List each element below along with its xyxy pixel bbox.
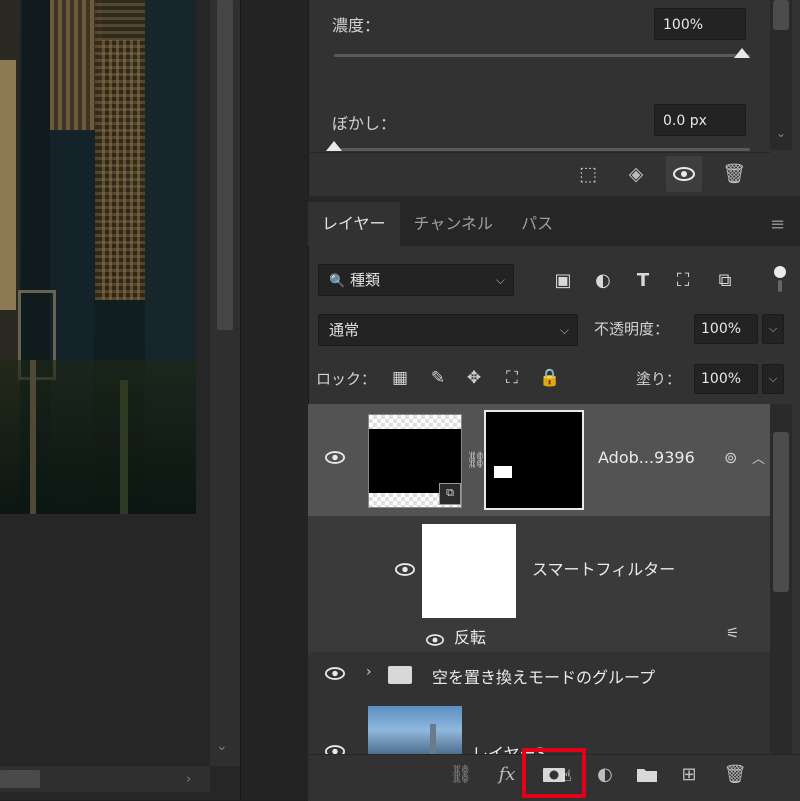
- feather-label: ぼかし：: [332, 114, 397, 133]
- layer-thumbnail[interactable]: [368, 706, 462, 754]
- layer-filter-select[interactable]: 🔍 種類 ⌵: [318, 264, 514, 296]
- highlight-box: [522, 748, 586, 798]
- scroll-down-icon[interactable]: ⌄: [216, 738, 228, 754]
- visibility-eye-icon[interactable]: [420, 630, 450, 651]
- blend-mode-value: 通常: [329, 321, 360, 339]
- lock-position-icon[interactable]: ✥: [460, 364, 488, 392]
- opacity-dropdown-icon[interactable]: ⌵: [762, 314, 784, 344]
- new-layer-icon[interactable]: ⊞: [672, 758, 706, 792]
- filter-type-icon[interactable]: T: [628, 266, 658, 296]
- filter-kind-value: 種類: [349, 271, 380, 289]
- fx-icon[interactable]: fx: [490, 758, 524, 792]
- search-icon: 🔍: [329, 274, 346, 289]
- document-canvas[interactable]: [0, 0, 240, 800]
- fill-field[interactable]: 100%: [694, 364, 758, 394]
- filter-toggle-switch[interactable]: [774, 266, 786, 292]
- load-selection-icon[interactable]: ⬚: [570, 156, 606, 192]
- toggle-mask-visibility-icon[interactable]: [666, 156, 702, 192]
- trash-icon[interactable]: 🗑: [718, 758, 752, 792]
- density-slider-handle[interactable]: [734, 48, 750, 58]
- density-label: 濃度：: [332, 16, 381, 35]
- filter-mask-thumbnail[interactable]: [422, 524, 516, 618]
- layer-mask-thumbnail[interactable]: [484, 410, 584, 510]
- smart-filter-indicator-icon: ⊚: [724, 448, 738, 467]
- density-field[interactable]: 100%: [654, 8, 746, 40]
- filter-adjustment-icon[interactable]: ◐: [588, 266, 618, 296]
- properties-scroll-thumb[interactable]: [773, 0, 789, 30]
- feather-field[interactable]: 0.0 px: [654, 104, 746, 136]
- scroll-down-icon[interactable]: ⌄: [776, 126, 786, 140]
- filter-blending-options-icon[interactable]: ⚟: [726, 624, 739, 642]
- panel-dock-gap: [240, 0, 309, 800]
- link-layers-icon[interactable]: ⛓: [444, 758, 478, 792]
- opacity-label: 不透明度：: [594, 320, 670, 338]
- panel-menu-icon[interactable]: ≡: [770, 214, 785, 235]
- panel-tabs: レイヤー チャンネル パス: [308, 202, 800, 246]
- feather-slider-track[interactable]: [334, 148, 750, 151]
- chevron-down-icon: ⌵: [495, 273, 505, 287]
- fill-dropdown-icon[interactable]: ⌵: [762, 364, 784, 394]
- folder-icon: [388, 666, 412, 684]
- tab-channels[interactable]: チャンネル: [400, 202, 508, 246]
- apply-mask-icon[interactable]: ◈: [618, 156, 654, 192]
- smart-object-badge-icon: ⧉: [439, 483, 461, 505]
- lock-artboard-icon[interactable]: ⛶: [498, 364, 526, 392]
- filter-pixel-icon[interactable]: ▣: [548, 266, 578, 296]
- canvas-image: [0, 0, 196, 514]
- lock-all-icon[interactable]: 🔒: [536, 364, 564, 392]
- canvas-horizontal-scroll-thumb[interactable]: [0, 770, 40, 788]
- filter-item-name[interactable]: 反転: [454, 624, 486, 648]
- lock-label: ロック：: [316, 370, 377, 388]
- filter-shape-icon[interactable]: ⛶: [668, 266, 698, 296]
- layer-name[interactable]: Adob...9396: [598, 448, 695, 467]
- fill-label: 塗り：: [636, 370, 682, 388]
- blend-mode-select[interactable]: 通常 ⌵: [318, 314, 578, 346]
- scroll-right-icon[interactable]: ›: [186, 772, 191, 787]
- opacity-field[interactable]: 100%: [694, 314, 758, 344]
- visibility-eye-icon[interactable]: [390, 560, 420, 581]
- lock-image-pixels-icon[interactable]: ✎: [424, 364, 452, 392]
- layer-row-smart-object[interactable]: ⧉ ⛓ Adob...9396 ⊚ ︿: [308, 404, 770, 517]
- chevron-down-icon: ⌵: [559, 323, 569, 337]
- adjustment-layer-icon[interactable]: ◐: [588, 758, 622, 792]
- canvas-vertical-scroll-thumb[interactable]: [217, 0, 233, 330]
- layer-row-smart-filters[interactable]: スマートフィルター 反転 ⚟: [308, 516, 770, 653]
- collapse-effects-icon[interactable]: ︿: [752, 448, 765, 467]
- chevron-right-icon[interactable]: ›: [366, 664, 372, 680]
- layers-scroll-thumb[interactable]: [773, 432, 789, 592]
- layer-thumbnail[interactable]: ⧉: [368, 414, 462, 508]
- smart-filter-label[interactable]: スマートフィルター: [532, 556, 675, 580]
- delete-mask-icon[interactable]: 🗑: [716, 156, 752, 192]
- group-name[interactable]: 空を置き換えモードのグループ: [432, 664, 655, 688]
- layer-row-group[interactable]: › 空を置き換えモードのグループ: [308, 652, 770, 699]
- folder-icon[interactable]: [630, 758, 664, 792]
- visibility-eye-icon[interactable]: [320, 664, 350, 685]
- feather-slider-handle[interactable]: [326, 141, 342, 151]
- lock-transparent-pixels-icon[interactable]: ▦: [386, 364, 414, 392]
- tab-layers[interactable]: レイヤー: [308, 202, 400, 246]
- visibility-eye-icon[interactable]: [320, 448, 350, 469]
- tab-paths[interactable]: パス: [507, 202, 567, 246]
- layer-row-pixel[interactable]: レイヤー3: [308, 698, 770, 755]
- filter-smart-object-icon[interactable]: ⧉: [710, 266, 740, 296]
- density-slider-track[interactable]: [334, 54, 750, 57]
